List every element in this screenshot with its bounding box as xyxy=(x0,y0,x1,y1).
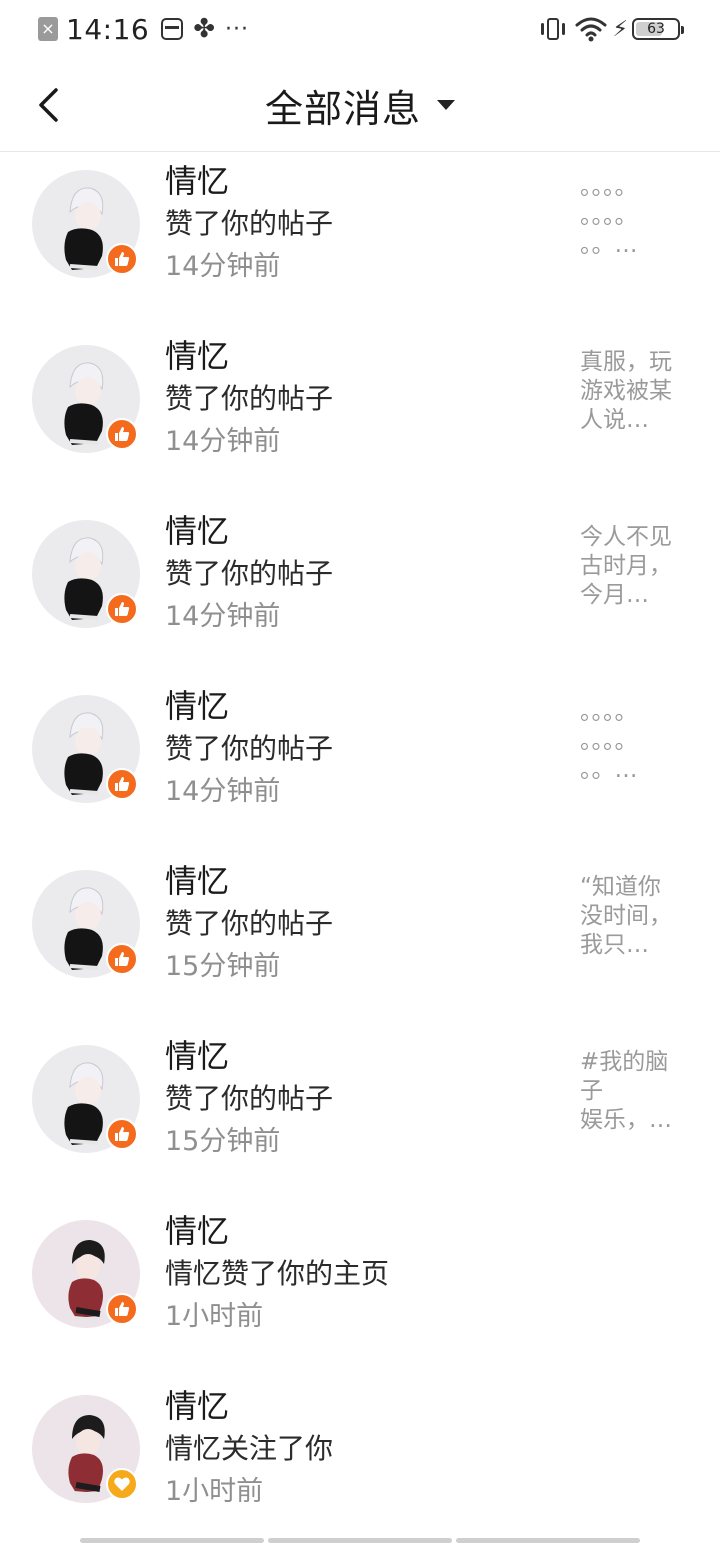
message-time: 14分钟前 xyxy=(165,776,281,807)
indicator-segment xyxy=(268,1538,452,1543)
list-item[interactable]: 情忆 赞了你的帖子 14分钟前 今人不见 古时月， 今月… xyxy=(0,503,720,678)
list-item[interactable]: 情忆 情忆赞了你的主页 1小时前 xyxy=(0,1203,720,1378)
like-badge xyxy=(106,593,138,625)
post-preview[interactable]: 今人不见 古时月， 今月… xyxy=(580,523,684,610)
indicator-segment xyxy=(456,1538,640,1543)
sender-name[interactable]: 情忆 xyxy=(165,509,565,553)
like-badge xyxy=(106,1293,138,1325)
preview-line: 游戏被某 xyxy=(580,378,672,404)
preview-line: 。。。。 xyxy=(580,728,638,754)
thumbs-up-icon xyxy=(115,427,130,441)
header: 全部消息 xyxy=(0,58,720,152)
message-action: 赞了你的帖子 xyxy=(165,1082,334,1115)
message-action: 情忆赞了你的主页 xyxy=(165,1257,390,1290)
thumbs-up-icon xyxy=(115,252,130,266)
message-time: 14分钟前 xyxy=(165,426,281,457)
preview-line: 今人不见 xyxy=(580,524,672,550)
preview-line: 。。… xyxy=(580,232,638,258)
message-time: 14分钟前 xyxy=(165,251,281,282)
sender-name[interactable]: 情忆 xyxy=(165,1034,565,1078)
message-time: 1小时前 xyxy=(165,1301,264,1332)
message-time: 14分钟前 xyxy=(165,601,281,632)
list-item[interactable]: 情忆 赞了你的帖子 15分钟前 “知道你 没时间， 我只… xyxy=(0,853,720,1028)
list-item[interactable]: 情忆 赞了你的帖子 14分钟前 。。。。 。。。。 。。… xyxy=(0,153,720,328)
status-bar: × 14:16 ✤ ··· ⚡ 63 xyxy=(0,0,720,58)
sender-name[interactable]: 情忆 xyxy=(165,334,565,378)
preview-line: “知道你 xyxy=(580,874,661,900)
message-action: 赞了你的帖子 xyxy=(165,207,334,240)
thumbs-up-icon xyxy=(115,952,130,966)
chevron-left-icon xyxy=(39,88,58,122)
preview-line: 没时间， xyxy=(580,903,672,929)
message-time: 15分钟前 xyxy=(165,1126,281,1157)
wallet-icon xyxy=(161,18,184,40)
list-item[interactable]: 情忆 赞了你的帖子 14分钟前 。。。。 。。。。 。。… xyxy=(0,678,720,853)
wifi-icon xyxy=(575,17,607,42)
battery-icon: 63 xyxy=(632,18,684,40)
like-badge xyxy=(106,1118,138,1150)
status-time: 14:16 xyxy=(66,12,150,46)
preview-line: 古时月， xyxy=(580,553,672,579)
sender-name[interactable]: 情忆 xyxy=(165,859,565,903)
charging-icon: ⚡ xyxy=(612,16,628,42)
preview-line: 人说… xyxy=(580,407,649,433)
post-preview[interactable]: #我的脑 子 娱乐，… xyxy=(580,1048,684,1135)
caret-down-icon[interactable] xyxy=(437,100,455,110)
post-preview[interactable]: 。。。。 。。。。 。。… xyxy=(580,173,684,260)
message-time: 15分钟前 xyxy=(165,951,281,982)
preview-line: 。。。。 xyxy=(580,203,638,229)
preview-line: 子 xyxy=(580,1078,603,1104)
thumbs-up-icon xyxy=(115,602,130,616)
preview-line: 我只… xyxy=(580,932,649,958)
message-list: 情忆 赞了你的帖子 14分钟前 。。。。 。。。。 。。… 情忆 赞了你的帖子 … xyxy=(0,153,720,1544)
fan-icon: ✤ xyxy=(193,14,215,44)
notification-icon: × xyxy=(38,17,58,41)
post-preview[interactable]: “知道你 没时间， 我只… xyxy=(580,873,684,960)
thumbs-up-icon xyxy=(115,777,130,791)
like-badge xyxy=(106,243,138,275)
preview-line: 。。。。 xyxy=(580,174,638,200)
preview-line: 。。。。 xyxy=(580,699,638,725)
message-action: 赞了你的帖子 xyxy=(165,557,334,590)
heart-icon xyxy=(114,1477,130,1491)
follow-badge xyxy=(106,1468,138,1500)
post-preview[interactable]: 。。。。 。。。。 。。… xyxy=(580,698,684,785)
page-title[interactable]: 全部消息 xyxy=(265,78,421,133)
sender-name[interactable]: 情忆 xyxy=(165,1384,565,1428)
more-notifications-indicator: ··· xyxy=(225,16,249,42)
sender-name[interactable]: 情忆 xyxy=(165,1209,565,1253)
message-action: 赞了你的帖子 xyxy=(165,907,334,940)
preview-line: 娱乐，… xyxy=(580,1107,672,1133)
message-time: 1小时前 xyxy=(165,1476,264,1507)
bottom-indicator xyxy=(80,1538,640,1543)
sender-name[interactable]: 情忆 xyxy=(165,684,565,728)
preview-line: 。。… xyxy=(580,757,638,783)
thumbs-up-icon xyxy=(115,1302,130,1316)
list-item[interactable]: 情忆 赞了你的帖子 14分钟前 真服，玩 游戏被某 人说… xyxy=(0,328,720,503)
like-badge xyxy=(106,943,138,975)
like-badge xyxy=(106,768,138,800)
preview-line: 真服，玩 xyxy=(580,349,672,375)
list-item[interactable]: 情忆 赞了你的帖子 15分钟前 #我的脑 子 娱乐，… xyxy=(0,1028,720,1203)
preview-line: 今月… xyxy=(580,582,649,608)
thumbs-up-icon xyxy=(115,1127,130,1141)
preview-line: #我的脑 xyxy=(580,1049,669,1075)
vibrate-icon xyxy=(540,17,565,41)
sender-name[interactable]: 情忆 xyxy=(165,159,565,203)
battery-level: 63 xyxy=(647,21,665,37)
message-action: 情忆关注了你 xyxy=(165,1432,334,1465)
message-action: 赞了你的帖子 xyxy=(165,732,334,765)
list-item[interactable]: 情忆 情忆关注了你 1小时前 xyxy=(0,1378,720,1544)
message-action: 赞了你的帖子 xyxy=(165,382,334,415)
back-button[interactable] xyxy=(28,80,68,130)
like-badge xyxy=(106,418,138,450)
post-preview[interactable]: 真服，玩 游戏被某 人说… xyxy=(580,348,684,435)
indicator-segment xyxy=(80,1538,264,1543)
